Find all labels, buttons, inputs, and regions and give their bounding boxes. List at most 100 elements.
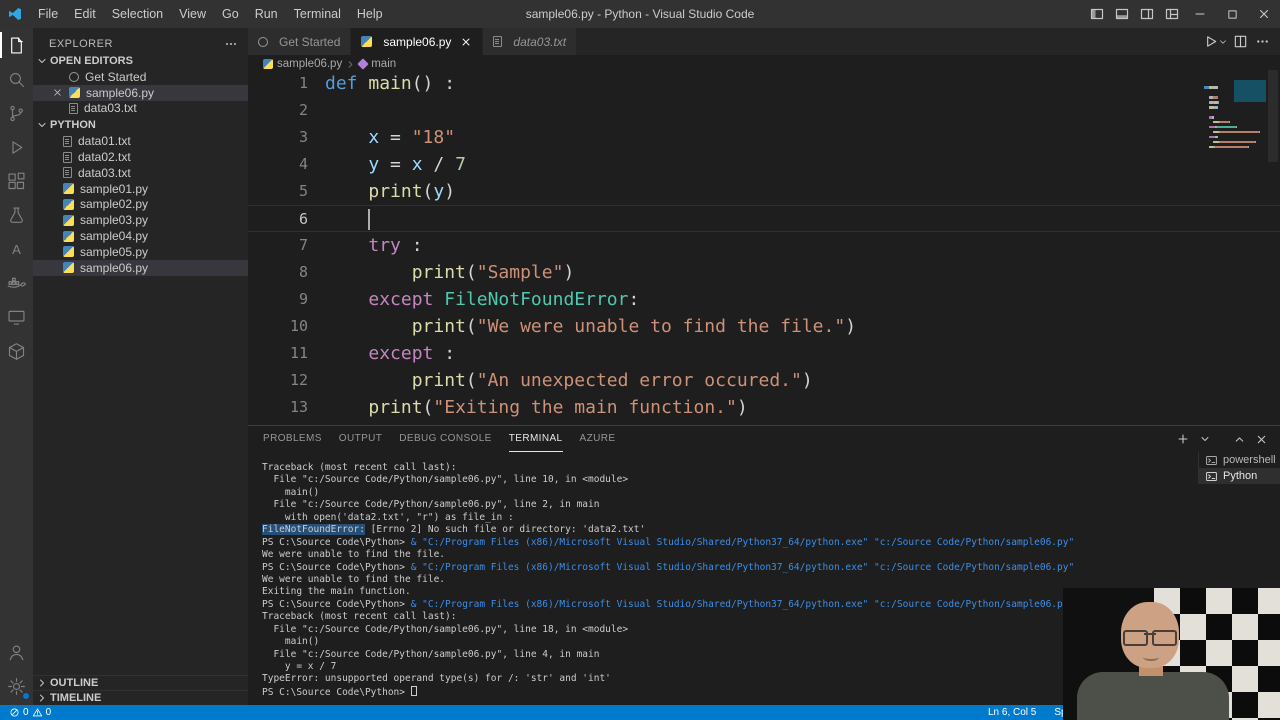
code-line-10[interactable]: 10 print("We were unable to find the fil… bbox=[248, 313, 1280, 340]
close-window-button[interactable] bbox=[1248, 0, 1280, 28]
breadcrumb-main[interactable]: main bbox=[357, 58, 396, 70]
azure-icon[interactable]: A bbox=[0, 232, 33, 266]
file-data01-txt[interactable]: data01.txt bbox=[33, 133, 248, 149]
explorer-icon[interactable] bbox=[0, 28, 33, 62]
code-line-7[interactable]: 7 try : bbox=[248, 232, 1280, 259]
activity-bar: A bbox=[0, 28, 33, 705]
terminal-line: PS C:\Source Code\Python> & "C:/Program … bbox=[262, 561, 1075, 573]
tab-sample06-py[interactable]: sample06.py bbox=[351, 28, 484, 55]
menu-edit[interactable]: Edit bbox=[66, 0, 104, 28]
cursor-position-status[interactable]: Ln 6, Col 5 bbox=[984, 705, 1040, 720]
explorer-more-actions-icon[interactable] bbox=[224, 37, 238, 51]
code-line-13[interactable]: 13 print("Exiting the main function.") bbox=[248, 394, 1280, 421]
titlebar-controls bbox=[1084, 0, 1280, 28]
source-control-icon[interactable] bbox=[0, 96, 33, 130]
tab-bar: Get Started sample06.py data03.txt bbox=[248, 28, 1280, 55]
open-editors-header[interactable]: OPEN EDITORS bbox=[33, 52, 248, 69]
open-editor-sample06-py[interactable]: sample06.py bbox=[33, 84, 248, 101]
file-sample01-py[interactable]: sample01.py bbox=[33, 181, 248, 197]
minimize-button[interactable] bbox=[1184, 0, 1216, 28]
run-python-file-icon[interactable] bbox=[1200, 31, 1220, 53]
terminal-line: Exiting the main function. bbox=[262, 586, 411, 598]
tab-data03-txt[interactable]: data03.txt bbox=[483, 28, 578, 55]
package-explorer-icon[interactable] bbox=[0, 334, 33, 368]
code-line-12[interactable]: 12 print("An unexpected error occured.") bbox=[248, 367, 1280, 394]
menu-selection[interactable]: Selection bbox=[104, 0, 171, 28]
maximize-panel-icon[interactable] bbox=[1230, 429, 1248, 449]
terminal-line: File "c:/Source Code/Python/sample06.py"… bbox=[262, 499, 600, 511]
line-number: 5 bbox=[298, 182, 308, 200]
terminal-instance-label: Python bbox=[1223, 470, 1258, 482]
close-panel-icon[interactable] bbox=[1252, 429, 1270, 449]
menu-terminal[interactable]: Terminal bbox=[286, 0, 349, 28]
code-line-6[interactable]: 6 bbox=[248, 205, 1280, 232]
file-sample02-py[interactable]: sample02.py bbox=[33, 197, 248, 213]
open-editors-label: OPEN EDITORS bbox=[50, 54, 133, 67]
file-sample06-py[interactable]: sample06.py bbox=[33, 259, 248, 276]
code-line-2[interactable]: 2 bbox=[248, 97, 1280, 124]
editor-scrollbar[interactable] bbox=[1266, 70, 1280, 424]
outline-section-header[interactable]: OUTLINE bbox=[33, 675, 248, 690]
file-sample05-py[interactable]: sample05.py bbox=[33, 244, 248, 260]
panel-tab-output[interactable]: OUTPUT bbox=[339, 427, 383, 452]
split-editor-icon[interactable] bbox=[1230, 31, 1250, 53]
toggle-sidebar-icon[interactable] bbox=[1084, 0, 1109, 28]
file-data03-txt[interactable]: data03.txt bbox=[33, 165, 248, 181]
testing-icon[interactable] bbox=[0, 198, 33, 232]
code-line-1[interactable]: 1 def main() : bbox=[248, 70, 1280, 97]
docker-icon[interactable] bbox=[0, 266, 33, 300]
account-icon[interactable] bbox=[0, 635, 33, 669]
menu-help[interactable]: Help bbox=[349, 0, 391, 28]
search-icon[interactable] bbox=[0, 62, 33, 96]
problems-status[interactable]: 0 0 bbox=[5, 705, 55, 720]
terminal-output[interactable]: Traceback (most recent call last): File … bbox=[262, 462, 1194, 701]
panel-tab-debug-console[interactable]: DEBUG CONSOLE bbox=[399, 427, 491, 452]
toggle-secondary-sidebar-icon[interactable] bbox=[1134, 0, 1159, 28]
file-label: data03.txt bbox=[78, 165, 131, 180]
file-data02-txt[interactable]: data02.txt bbox=[33, 149, 248, 165]
run-dropdown-icon[interactable] bbox=[1218, 31, 1228, 53]
tab-get-started[interactable]: Get Started bbox=[248, 28, 352, 55]
settings-icon[interactable] bbox=[0, 669, 33, 703]
close-icon[interactable] bbox=[52, 87, 63, 98]
panel-tab-terminal[interactable]: TERMINAL bbox=[508, 427, 563, 452]
file-sample03-py[interactable]: sample03.py bbox=[33, 212, 248, 228]
panel-tab-problems[interactable]: PROBLEMS bbox=[263, 427, 322, 452]
folder-section-header[interactable]: PYTHON bbox=[33, 116, 248, 133]
code-line-9[interactable]: 9 except FileNotFoundError: bbox=[248, 286, 1280, 313]
toggle-panel-icon[interactable] bbox=[1109, 0, 1134, 28]
terminal-line: We were unable to find the file. bbox=[262, 549, 446, 561]
line-number: 11 bbox=[289, 344, 308, 362]
file-label: sample06.py bbox=[80, 260, 149, 275]
more-actions-icon[interactable] bbox=[1252, 31, 1272, 53]
menu-go[interactable]: Go bbox=[214, 0, 247, 28]
code-editor[interactable]: 1 def main() :23 x = "18" 4 y = x / 75 pri… bbox=[248, 70, 1280, 424]
file-sample04-py[interactable]: sample04.py bbox=[33, 228, 248, 244]
code-line-5[interactable]: 5 print(y) bbox=[248, 178, 1280, 205]
remote-explorer-icon[interactable] bbox=[0, 300, 33, 334]
maximize-button[interactable] bbox=[1216, 0, 1248, 28]
terminal-dropdown-icon[interactable] bbox=[1196, 429, 1214, 449]
terminal-instance-powershell[interactable]: powershell bbox=[1199, 452, 1280, 468]
menu-view[interactable]: View bbox=[171, 0, 214, 28]
code-line-8[interactable]: 8 print("Sample") bbox=[248, 259, 1280, 286]
timeline-section-header[interactable]: TIMELINE bbox=[33, 690, 248, 705]
terminal-instance-python[interactable]: Python bbox=[1199, 468, 1280, 484]
customize-layout-icon[interactable] bbox=[1159, 0, 1184, 28]
breadcrumb-sample06-py[interactable]: sample06.py bbox=[263, 58, 342, 70]
panel-tab-azure[interactable]: AZURE bbox=[580, 427, 616, 452]
menu-file[interactable]: File bbox=[30, 0, 66, 28]
code-line-11[interactable]: 11 except : bbox=[248, 340, 1280, 367]
new-terminal-icon[interactable] bbox=[1174, 429, 1192, 449]
menu-run[interactable]: Run bbox=[247, 0, 286, 28]
chevron-right-icon bbox=[345, 59, 356, 70]
open-editor-data03-txt[interactable]: data03.txt bbox=[33, 101, 248, 117]
terminal-icon bbox=[1205, 454, 1218, 467]
line-number: 3 bbox=[298, 128, 308, 146]
close-tab-icon[interactable] bbox=[460, 36, 472, 48]
code-line-3[interactable]: 3 x = "18" bbox=[248, 124, 1280, 151]
extensions-icon[interactable] bbox=[0, 164, 33, 198]
code-line-4[interactable]: 4 y = x / 7 bbox=[248, 151, 1280, 178]
run-and-debug-icon[interactable] bbox=[0, 130, 33, 164]
open-editor-get-started[interactable]: Get Started bbox=[33, 69, 248, 85]
